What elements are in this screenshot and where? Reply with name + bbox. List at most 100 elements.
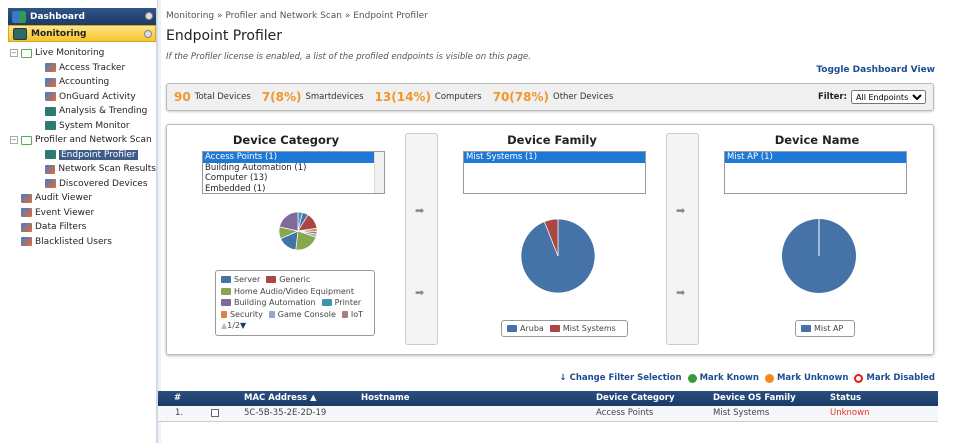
legend-item[interactable]: Mist AP [814, 324, 843, 333]
legend-item[interactable]: Generic [279, 275, 310, 284]
arrow-right-icon: ➡ [415, 286, 425, 299]
dashboard-header[interactable]: Dashboard [8, 8, 156, 25]
col-mac[interactable]: MAC Address ▲ [244, 393, 317, 403]
mark-known-link[interactable]: Mark Known [700, 373, 759, 383]
arrow-right-icon: ➡ [676, 286, 686, 299]
net-icon [45, 77, 56, 87]
circle-icon [764, 373, 774, 383]
legend-item[interactable]: Home Audio/Video Equipment [234, 287, 354, 296]
chart-icon [45, 150, 56, 160]
device-name-list[interactable]: Mist AP (1) [724, 151, 907, 194]
stat-value: 90 [174, 90, 191, 104]
move-to-family-button[interactable]: ➡ ➡ [405, 133, 438, 345]
sidebar-item[interactable]: Access Tracker [8, 61, 156, 76]
monitoring-header[interactable]: Monitoring [8, 25, 156, 42]
row-category: Access Points [596, 408, 654, 418]
page-down-icon[interactable]: ▼ [240, 321, 246, 330]
legend-item[interactable]: Game Console [278, 310, 336, 319]
list-option[interactable]: Mist Systems (1) [464, 152, 645, 163]
scrollbar[interactable] [374, 152, 384, 193]
col-num: # [174, 393, 182, 403]
sidebar-item[interactable]: Audit Viewer [8, 191, 156, 206]
legend-item[interactable]: Mist Systems [563, 324, 616, 333]
filter: Filter: All Endpoints [818, 90, 926, 104]
row-num: 1. [175, 408, 184, 418]
main-content: Monitoring » Profiler and Network Scan »… [158, 0, 938, 443]
sidebar-item[interactable]: − Profiler and Network Scan [8, 133, 156, 148]
sidebar-item-label: System Monitor [59, 120, 130, 131]
collapse-icon[interactable]: − [10, 49, 18, 58]
legend-item[interactable]: Printer [335, 298, 362, 307]
list-option[interactable]: Embedded (1) [203, 184, 384, 194]
table-header: # MAC Address ▲ Hostname Device Category… [158, 391, 938, 406]
row-os: Mist Systems [713, 408, 770, 418]
stat-value: 70(78%) [492, 90, 549, 104]
chart-icon [45, 121, 56, 131]
filter-select[interactable]: All Endpoints [851, 90, 926, 104]
sidebar-item[interactable]: Endpoint Profiler [8, 148, 156, 163]
stat-label: Smartdevices [305, 92, 364, 102]
col-category[interactable]: Device Category [596, 393, 675, 403]
device-family-list[interactable]: Mist Systems (1) [463, 151, 646, 194]
list-option[interactable]: Mist AP (1) [725, 152, 906, 163]
device-category-column: Device Category Access Points (1) Buildin… [167, 125, 405, 354]
legend-swatch [221, 287, 231, 295]
sidebar-item[interactable]: Discovered Devices [8, 177, 156, 192]
sidebar-item[interactable]: Analysis & Trending [8, 104, 156, 119]
device-family-column: Device Family Mist Systems (1) Aruba Mist… [438, 125, 666, 354]
stat-label: Computers [434, 92, 482, 102]
net-icon [21, 237, 32, 247]
chart-icon [45, 106, 56, 116]
sidebar-item[interactable]: System Monitor [8, 119, 156, 134]
collapse-icon[interactable] [144, 30, 152, 38]
legend-item[interactable]: Security [230, 310, 263, 319]
legend-row: Server Generic [221, 274, 369, 286]
legend-row: Home Audio/Video Equipment [221, 286, 369, 298]
sidebar-splitter[interactable] [157, 0, 161, 443]
col-hostname[interactable]: Hostname [361, 393, 410, 403]
legend-item[interactable]: Aruba [520, 324, 544, 333]
sidebar-item[interactable]: OnGuard Activity [8, 90, 156, 105]
legend-row: Mist AP [801, 323, 849, 335]
table-row[interactable]: 1. 5C-5B-35-2E-2D-19 Access Points Mist … [158, 406, 938, 422]
net-icon [21, 222, 32, 232]
net-icon [45, 63, 56, 73]
legend-item[interactable]: Building Automation [234, 298, 316, 307]
sidebar-item[interactable]: − Live Monitoring [8, 46, 156, 61]
legend-swatch [221, 276, 231, 284]
legend-row: Security Game Console IoT [221, 309, 369, 321]
sidebar-item[interactable]: Data Filters [8, 220, 156, 235]
list-option[interactable]: Access Points (1) [203, 152, 384, 163]
legend-item[interactable]: IoT [351, 310, 363, 319]
collapse-icon[interactable]: − [10, 136, 18, 145]
row-checkbox[interactable] [211, 409, 219, 417]
col-os[interactable]: Device OS Family [713, 393, 796, 403]
monitor-icon [13, 27, 27, 40]
family-legend: Aruba Mist Systems [501, 320, 628, 337]
list-option[interactable]: Computer (13) [203, 173, 384, 184]
category-legend: Server Generic Home Audio/Video Equipment B… [215, 270, 375, 336]
sidebar-item[interactable]: Accounting [8, 75, 156, 90]
net-icon [45, 179, 56, 189]
stat-value: 7(8%) [261, 90, 302, 104]
expand-icon[interactable] [145, 12, 153, 20]
name-pie [782, 219, 856, 293]
legend-swatch [341, 310, 348, 318]
stats-bar: 90 Total Devices 7(8%) Smartdevices 13(14%) C… [166, 83, 934, 111]
live-icon [21, 48, 32, 58]
device-category-list[interactable]: Access Points (1) Building Automation (1)… [202, 151, 385, 194]
sidebar-item-label: Live Monitoring [35, 48, 105, 59]
list-option[interactable]: Building Automation (1) [203, 163, 384, 174]
change-filter-link[interactable]: Change Filter Selection [570, 373, 682, 383]
action-bar: ↓ Change Filter Selection Mark Known Mark… [559, 373, 935, 383]
sidebar-item[interactable]: Blacklisted Users [8, 235, 156, 250]
col-status[interactable]: Status [830, 393, 861, 403]
move-to-name-button[interactable]: ➡ ➡ [666, 133, 699, 345]
sidebar-item[interactable]: Event Viewer [8, 206, 156, 221]
mark-disabled-link[interactable]: Mark Disabled [866, 373, 935, 383]
legend-item[interactable]: Server [234, 275, 260, 284]
toggle-dashboard-link[interactable]: Toggle Dashboard View [816, 65, 935, 75]
sidebar-item[interactable]: Network Scan Results [8, 162, 156, 177]
sidebar-item-label: Accounting [59, 77, 110, 88]
mark-unknown-link[interactable]: Mark Unknown [777, 373, 848, 383]
